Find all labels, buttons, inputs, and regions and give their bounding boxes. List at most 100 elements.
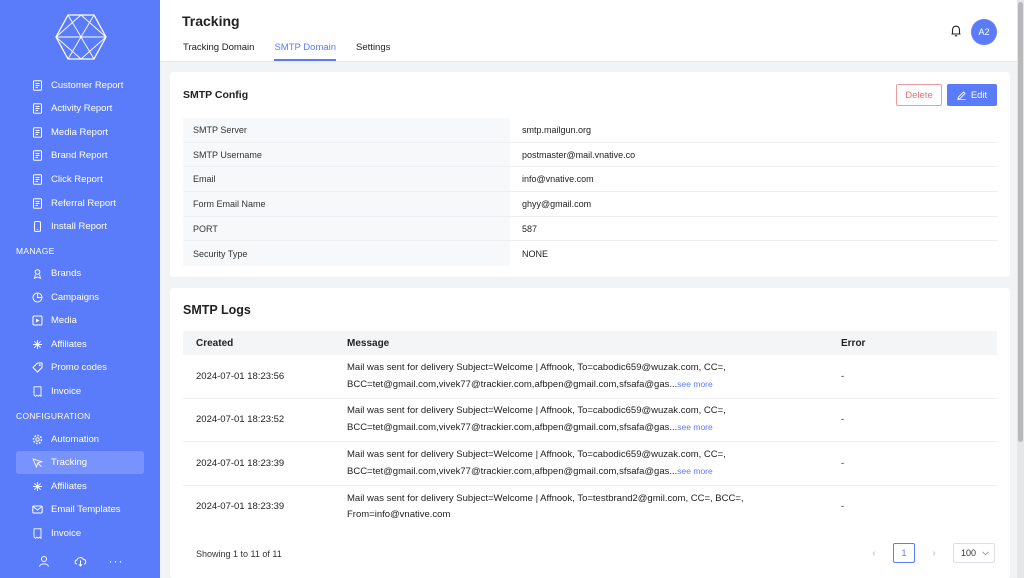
config-label: Security Type [183, 241, 510, 267]
smtp-logs-title: SMTP Logs [183, 303, 251, 317]
page-size-value: 100 [961, 548, 977, 558]
table-row: 2024-07-01 18:23:39 Mail was sent for de… [183, 486, 997, 526]
tab-smtp-domain[interactable]: SMTP Domain [274, 42, 337, 61]
config-label: SMTP Server [183, 118, 510, 142]
sidebar-item-brand-report[interactable]: Brand Report [16, 144, 144, 167]
message-line: From=info@vnative.com [347, 508, 451, 520]
brand-icon [31, 268, 43, 280]
error-cell: - [841, 414, 845, 426]
mail-icon [31, 504, 43, 516]
config-row: Form Email Name ghyy@gmail.com [183, 192, 997, 217]
see-more-link[interactable]: see more [677, 422, 712, 432]
sidebar-item-tracking[interactable]: Tracking [16, 451, 144, 475]
page-scrollbar-thumb[interactable] [1018, 2, 1023, 442]
sidebar-item-customer-report[interactable]: Customer Report [16, 74, 144, 97]
delete-button[interactable]: Delete [896, 84, 942, 106]
logo-icon [55, 14, 107, 60]
sidebar-item-campaigns[interactable]: Campaigns [16, 286, 144, 309]
sidebar-item-label: Affiliates [51, 338, 87, 350]
sidebar-item-label: Brands [51, 268, 82, 279]
sidebar-item-label: Promo codes [51, 362, 107, 374]
sidebar-item-media-report[interactable]: Media Report [16, 121, 144, 144]
sidebar-item-label: Click Report [51, 173, 103, 185]
top-header: Tracking Tracking Domain SMTP Domain Set… [160, 0, 1024, 62]
report-icon [31, 103, 43, 115]
edit-button[interactable]: Edit [947, 84, 997, 106]
bell-icon[interactable] [949, 24, 963, 38]
message-line: BCC=tet@gmail.com,vivek77@trackier.com,a… [347, 378, 678, 390]
sidebar-item-media[interactable]: Media [16, 309, 144, 332]
message-cell: Mail was sent for delivery Subject=Welco… [334, 447, 828, 480]
phone-icon [31, 221, 43, 233]
table-body[interactable]: 2024-07-01 18:23:56 Mail was sent for de… [183, 355, 997, 525]
sidebar-item-install-report[interactable]: Install Report [16, 215, 144, 238]
error-cell: - [841, 501, 845, 513]
config-label: SMTP Username [183, 142, 510, 167]
report-icon [31, 173, 43, 185]
sidebar-item-affiliates[interactable]: Affiliates [16, 475, 144, 498]
sidebar-item-referral-report[interactable]: Referral Report [16, 192, 144, 215]
column-header-created: Created [196, 337, 234, 349]
sidebar-item-click-report[interactable]: Click Report [16, 168, 144, 191]
sidebar-item-activity-report[interactable]: Activity Report [16, 97, 144, 120]
report-icon [31, 197, 43, 209]
sidebar-item-brands[interactable]: Brands [16, 262, 144, 285]
invoice-icon [31, 386, 43, 398]
created-cell: 2024-07-01 18:23:56 [196, 370, 285, 382]
error-cell: - [841, 457, 845, 469]
gear-icon [31, 433, 43, 445]
config-row: Email info@vnative.com [183, 167, 997, 193]
tab-bar: Tracking Domain SMTP Domain Settings [183, 42, 390, 61]
sidebar-item-invoice[interactable]: Invoice [16, 522, 144, 545]
sidebar-item-label: Referral Report [51, 197, 116, 209]
error-cell: - [841, 370, 845, 382]
report-icon [31, 126, 43, 138]
page-number[interactable]: 1 [893, 543, 915, 563]
tab-tracking-domain[interactable]: Tracking Domain [183, 42, 254, 61]
sidebar-item-label: Invoice [51, 527, 82, 539]
smtp-config-card: SMTP Config Delete Edit SMTP Server smtp… [170, 72, 1010, 277]
sidebar-item-invoice[interactable]: Invoice [16, 380, 144, 403]
sidebar-item-email-templates[interactable]: Email Templates [16, 498, 144, 521]
see-more-link[interactable]: see more [677, 379, 712, 389]
config-row: Security Type NONE [183, 241, 997, 267]
sidebar: Customer Report Activity Report Media Repo… [0, 0, 160, 578]
sidebar-item-label: Campaigns [51, 291, 100, 303]
config-row: SMTP Username postmaster@mail.vnative.co [183, 142, 997, 168]
column-header-error: Error [841, 337, 866, 349]
message-line: BCC=tet@gmail.com,vivek77@trackier.com,a… [347, 422, 678, 434]
table-row: 2024-07-01 18:23:56 Mail was sent for de… [183, 355, 997, 399]
column-header-message: Message [347, 337, 390, 349]
see-more-link[interactable]: see more [677, 466, 712, 476]
config-row: SMTP Server smtp.mailgun.org [183, 118, 997, 143]
cloud-download-icon[interactable] [73, 554, 87, 568]
sidebar-item-label: Media [51, 315, 77, 327]
message-cell: Mail was sent for delivery Subject=Welco… [334, 403, 828, 436]
sidebar-item-promo-codes[interactable]: Promo codes [16, 356, 144, 379]
next-page-icon[interactable]: › [927, 543, 941, 563]
pagination-summary: Showing 1 to 11 of 11 [196, 549, 282, 559]
tab-settings[interactable]: Settings [356, 42, 390, 61]
pagination: ‹ 1 › 100 [867, 543, 995, 563]
config-value: 587 [522, 223, 538, 234]
message-line: Mail was sent for delivery Subject=Welco… [347, 361, 726, 373]
sidebar-item-automation[interactable]: Automation [16, 428, 144, 451]
config-value: ghyy@gmail.com [522, 198, 592, 209]
config-label: Form Email Name [183, 192, 510, 216]
sidebar-item-label: Email Templates [51, 504, 121, 516]
more-icon[interactable]: ··· [109, 554, 123, 568]
sidebar-item-label: Invoice [51, 386, 82, 397]
message-line: Mail was sent for delivery Subject=Welco… [347, 448, 726, 460]
smtp-config-title: SMTP Config [183, 89, 249, 101]
prev-page-icon[interactable]: ‹ [867, 543, 881, 563]
smtp-logs-table: Created Message Error 2024-07-01 18:23:5… [183, 331, 997, 525]
sidebar-item-label: Media Report [51, 126, 109, 138]
smtp-config-table: SMTP Server smtp.mailgun.org SMTP Userna… [183, 118, 997, 267]
avatar[interactable]: A2 [971, 19, 997, 45]
user-icon[interactable] [37, 554, 51, 568]
page-size-select[interactable]: 100 [953, 543, 995, 563]
report-icon [31, 79, 43, 91]
config-value: postmaster@mail.vnative.co [522, 149, 636, 160]
sidebar-item-affiliates[interactable]: Affiliates [16, 333, 144, 356]
message-line: BCC=tet@gmail.com,vivek77@trackier.com,a… [347, 465, 678, 477]
